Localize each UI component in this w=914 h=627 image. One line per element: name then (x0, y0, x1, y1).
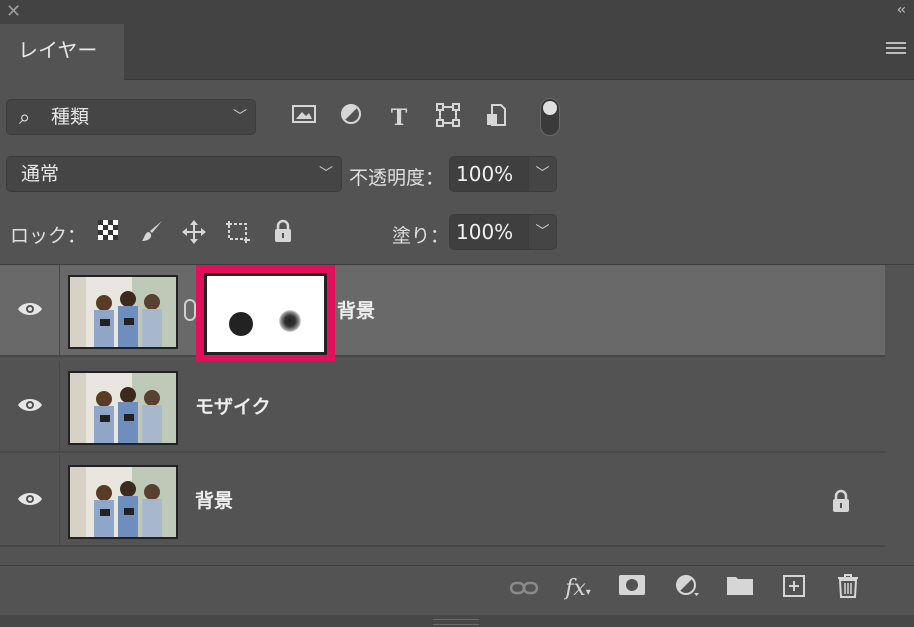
visibility-column (0, 361, 60, 451)
image-filter-icon[interactable] (289, 103, 319, 133)
new-layer-icon[interactable] (779, 574, 809, 604)
opacity-input[interactable]: 100% (449, 156, 529, 192)
close-icon[interactable]: ✕ (6, 1, 21, 22)
adjustment-filter-icon[interactable] (336, 103, 366, 133)
layer-name[interactable]: 背景 (195, 455, 233, 547)
type-filter-icon[interactable]: T (384, 103, 414, 133)
fx-icon[interactable]: fx▾ (563, 574, 593, 604)
opacity-dropdown[interactable]: ﹀ (529, 156, 557, 192)
layer-lock-icon[interactable] (830, 489, 852, 513)
collapse-icon[interactable]: ‹‹ (897, 2, 906, 18)
panel-tab-row: レイヤー (0, 24, 914, 80)
layer-name[interactable]: 背景 (337, 265, 375, 357)
chevron-down-icon: ﹀ (233, 109, 247, 125)
fill-input[interactable]: 100% (449, 214, 529, 250)
chevron-down-icon: ﹀ (319, 166, 333, 182)
filter-toggle[interactable] (540, 98, 560, 136)
visibility-column (0, 265, 60, 355)
lock-image-pixels-icon[interactable] (138, 219, 166, 247)
lock-label: ロック： (10, 225, 87, 247)
smart-object-filter-icon[interactable] (481, 103, 511, 133)
opacity-label: 不透明度： (349, 167, 445, 189)
folder-icon[interactable] (725, 574, 755, 604)
eye-icon[interactable] (17, 491, 43, 507)
filter-kind-select[interactable]: ⌕ 種類 ﹀ (6, 99, 256, 135)
layer-thumbnail[interactable] (68, 371, 178, 445)
lock-all-icon[interactable] (269, 219, 297, 247)
mask-soft-dot (279, 310, 301, 332)
layer-name[interactable]: モザイク (195, 361, 271, 453)
trash-icon[interactable] (833, 574, 863, 604)
mask-thumbnail-highlight (196, 265, 335, 363)
fill-dropdown[interactable]: ﹀ (529, 214, 557, 250)
link-layers-icon[interactable] (509, 574, 539, 604)
shape-filter-icon[interactable] (433, 103, 463, 133)
add-mask-icon[interactable] (617, 574, 647, 604)
search-icon: ⌕ (19, 105, 31, 129)
layer-row[interactable]: 背景 (0, 455, 885, 547)
eye-icon[interactable] (17, 301, 43, 317)
mask-content (207, 276, 324, 352)
layer-row[interactable]: 背景 (0, 265, 885, 357)
filter-kind-value: 種類 (51, 106, 90, 128)
lock-transparent-pixels-icon[interactable] (94, 219, 122, 247)
toggle-knob (543, 101, 557, 115)
blend-mode-select[interactable]: 通常 ﹀ (6, 156, 342, 192)
resize-grip[interactable] (433, 619, 479, 625)
layer-thumbnail[interactable] (68, 275, 178, 349)
eye-icon[interactable] (17, 397, 43, 413)
visibility-column (0, 455, 60, 545)
lock-artboard-icon[interactable] (224, 219, 252, 247)
lock-position-icon[interactable] (180, 219, 208, 247)
tab-layers[interactable]: レイヤー (0, 24, 124, 80)
layer-mask-thumbnail[interactable] (204, 273, 327, 355)
layer-row[interactable]: モザイク (0, 361, 885, 453)
adjustment-layer-icon[interactable] (672, 574, 702, 604)
layers-bottom-toolbar (0, 565, 914, 616)
mask-link-icon[interactable] (184, 299, 196, 321)
panel-title-bar: ✕ ‹‹ (0, 0, 914, 24)
layer-thumbnail[interactable] (68, 465, 178, 539)
blend-mode-value: 通常 (21, 163, 60, 185)
fill-label: 塗り： (392, 225, 450, 247)
mask-dot (229, 312, 253, 336)
panel-menu-icon[interactable] (886, 42, 906, 58)
